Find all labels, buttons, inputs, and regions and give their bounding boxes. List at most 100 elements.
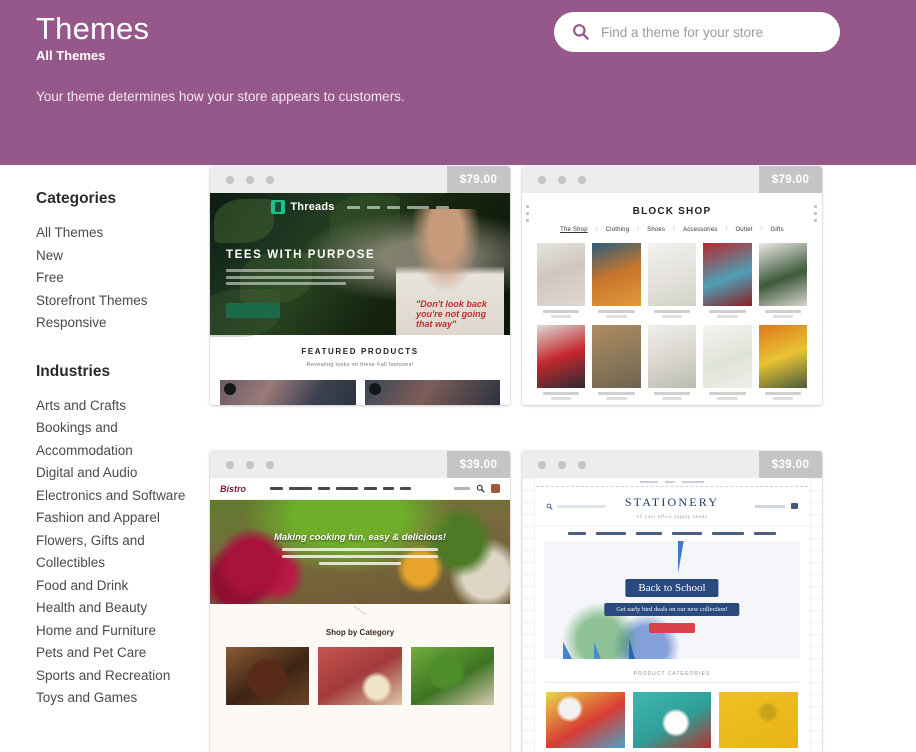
preview-hero-paragraph bbox=[282, 548, 438, 569]
browser-chrome: $39.00 bbox=[210, 451, 510, 478]
preview-product-tile bbox=[537, 325, 586, 400]
preview-cart-icon bbox=[491, 484, 500, 493]
theme-price: $39.00 bbox=[759, 451, 822, 478]
categories-list: All Themes New Free Storefront Themes Re… bbox=[36, 222, 206, 335]
preview-nav-item: Outlet bbox=[735, 227, 753, 233]
preview-body: BLOCK SHOP The Shop / Clothing / Shoes /… bbox=[522, 193, 822, 405]
preview-store-title: STATIONERY bbox=[624, 495, 720, 509]
page-header: Themes All Themes Your theme determines … bbox=[0, 0, 916, 165]
browser-chrome: $79.00 bbox=[522, 166, 822, 193]
preview-nav-items bbox=[270, 487, 412, 490]
sidebar-item-responsive[interactable]: Responsive bbox=[36, 312, 206, 335]
theme-card[interactable]: $39.00 STATIONERY All your office supply… bbox=[522, 451, 822, 752]
sidebar-item-all-themes[interactable]: All Themes bbox=[36, 222, 206, 245]
preview-hero: Threads "Don't look back you're not goin… bbox=[210, 193, 510, 337]
sidebar-item-pets-and-pet-care[interactable]: Pets and Pet Care bbox=[36, 642, 206, 665]
sidebar: Categories All Themes New Free Storefron… bbox=[36, 165, 206, 710]
window-dot-icon bbox=[578, 460, 586, 469]
theme-card[interactable]: $79.00 Threads "Don't look back you're n… bbox=[210, 166, 510, 405]
sidebar-item-home-and-furniture[interactable]: Home and Furniture bbox=[36, 620, 206, 643]
preview-hero-heading: Making cooking fun, easy & delicious! bbox=[273, 532, 447, 543]
sidebar-item-bookings-and-accommodation[interactable]: Bookings and Accommodation bbox=[36, 417, 206, 462]
window-dot-icon bbox=[266, 175, 274, 184]
preview-category-tile bbox=[719, 692, 799, 748]
preview-shop-button bbox=[226, 303, 280, 318]
preview-body: STATIONERY All your office supply needs … bbox=[522, 478, 822, 752]
preview-search bbox=[546, 503, 612, 510]
page-title: Themes bbox=[36, 11, 150, 46]
preview-body: Bistro Making cooking fun, easy & delici… bbox=[210, 478, 510, 752]
preview-cart-area bbox=[732, 503, 798, 509]
theme-price: $39.00 bbox=[447, 451, 510, 478]
sidebar-item-arts-and-crafts[interactable]: Arts and Crafts bbox=[36, 395, 206, 418]
preview-hero: Making cooking fun, easy & delicious! bbox=[210, 500, 510, 604]
preview-search-icon bbox=[476, 484, 485, 493]
sidebar-item-new[interactable]: New bbox=[36, 245, 206, 268]
preview-utility-icons bbox=[813, 205, 817, 226]
sidebar-item-electronics-and-software[interactable]: Electronics and Software bbox=[36, 485, 206, 508]
search-icon bbox=[573, 24, 589, 40]
preview-nav-item: Shoes bbox=[647, 227, 666, 233]
sidebar-item-fashion-and-apparel[interactable]: Fashion and Apparel bbox=[36, 507, 206, 530]
sidebar-item-sports-and-recreation[interactable]: Sports and Recreation bbox=[36, 665, 206, 688]
preview-nav-separator: / bbox=[725, 227, 728, 233]
window-dot-icon bbox=[246, 460, 254, 469]
preview-product-row bbox=[210, 380, 510, 405]
divider-icon bbox=[353, 606, 367, 615]
theme-preview-threads[interactable]: Threads "Don't look back you're not goin… bbox=[210, 193, 510, 405]
sidebar-item-toys-and-games[interactable]: Toys and Games bbox=[36, 687, 206, 710]
preview-hero-subheading: Get early bird deals on our new collecti… bbox=[604, 603, 740, 616]
preview-product-tile bbox=[758, 325, 807, 400]
browser-chrome: $39.00 bbox=[522, 451, 822, 478]
preview-logo-text: Threads bbox=[290, 201, 335, 213]
preview-logo-text: Bistro bbox=[220, 483, 247, 494]
window-dot-icon bbox=[558, 175, 566, 184]
preview-product-grid bbox=[522, 233, 822, 405]
preview-category-tile bbox=[410, 647, 494, 705]
sidebar-item-health-and-beauty[interactable]: Health and Beauty bbox=[36, 597, 206, 620]
theme-card[interactable]: $39.00 Bistro Making cooking fun, easy &… bbox=[210, 451, 510, 752]
sidebar-item-storefront-themes[interactable]: Storefront Themes bbox=[36, 290, 206, 313]
theme-preview-stationery[interactable]: STATIONERY All your office supply needs … bbox=[522, 478, 822, 752]
preview-product-tile bbox=[220, 380, 356, 405]
sidebar-item-flowers-gifts-and-collectibles[interactable]: Flowers, Gifts and Collectibles bbox=[36, 530, 206, 575]
theme-card[interactable]: $79.00 BLOCK SHOP The Shop / Clothing / … bbox=[522, 166, 822, 405]
preview-category-tile bbox=[632, 692, 712, 748]
theme-preview-bistro[interactable]: Bistro Making cooking fun, easy & delici… bbox=[210, 478, 510, 752]
preview-product-tile bbox=[537, 243, 586, 318]
search-input[interactable] bbox=[601, 24, 826, 40]
preview-nav-separator: / bbox=[637, 227, 640, 233]
window-dot-icon bbox=[578, 175, 586, 184]
window-dot-icon bbox=[266, 460, 274, 469]
sidebar-item-digital-and-audio[interactable]: Digital and Audio bbox=[36, 462, 206, 485]
preview-category-tile bbox=[226, 647, 310, 705]
preview-section-heading: Shop by Category bbox=[325, 628, 395, 637]
industries-list: Arts and Crafts Bookings and Accommodati… bbox=[36, 395, 206, 710]
theme-preview-block-shop[interactable]: BLOCK SHOP The Shop / Clothing / Shoes /… bbox=[522, 193, 822, 405]
preview-cta-button bbox=[649, 623, 695, 633]
preview-model-photo: "Don't look back you're not going that w… bbox=[396, 209, 504, 335]
window-dot-icon bbox=[538, 460, 546, 469]
preview-product-tile bbox=[592, 243, 641, 318]
window-dot-icon bbox=[558, 460, 566, 469]
preview-hero-heading: TEES WITH PURPOSE bbox=[226, 249, 376, 261]
preview-nav-separator: / bbox=[760, 227, 763, 233]
preview-category-row bbox=[210, 637, 510, 705]
preview-nav-separator: / bbox=[595, 227, 598, 233]
preview-side-rail bbox=[525, 205, 530, 401]
sidebar-item-free[interactable]: Free bbox=[36, 267, 206, 290]
preview-brand: STATIONERY All your office supply needs bbox=[612, 493, 732, 519]
preview-utility-icons bbox=[454, 484, 500, 493]
preview-hero-heading: Back to School bbox=[625, 579, 719, 597]
theme-price: $79.00 bbox=[447, 166, 510, 193]
preview-featured-heading: FEATURED PRODUCTS bbox=[301, 347, 419, 356]
search-box[interactable] bbox=[554, 12, 840, 52]
preview-store-title: BLOCK SHOP bbox=[632, 206, 712, 217]
preview-featured-subheading: Revealing looks on these Fall fashions! bbox=[306, 362, 414, 368]
sidebar-item-food-and-drink[interactable]: Food and Drink bbox=[36, 575, 206, 598]
preview-category-row bbox=[536, 683, 808, 748]
preview-product-tile bbox=[364, 380, 500, 405]
window-dot-icon bbox=[246, 175, 254, 184]
window-dot-icon bbox=[226, 460, 234, 469]
content-area: Categories All Themes New Free Storefron… bbox=[0, 165, 916, 752]
